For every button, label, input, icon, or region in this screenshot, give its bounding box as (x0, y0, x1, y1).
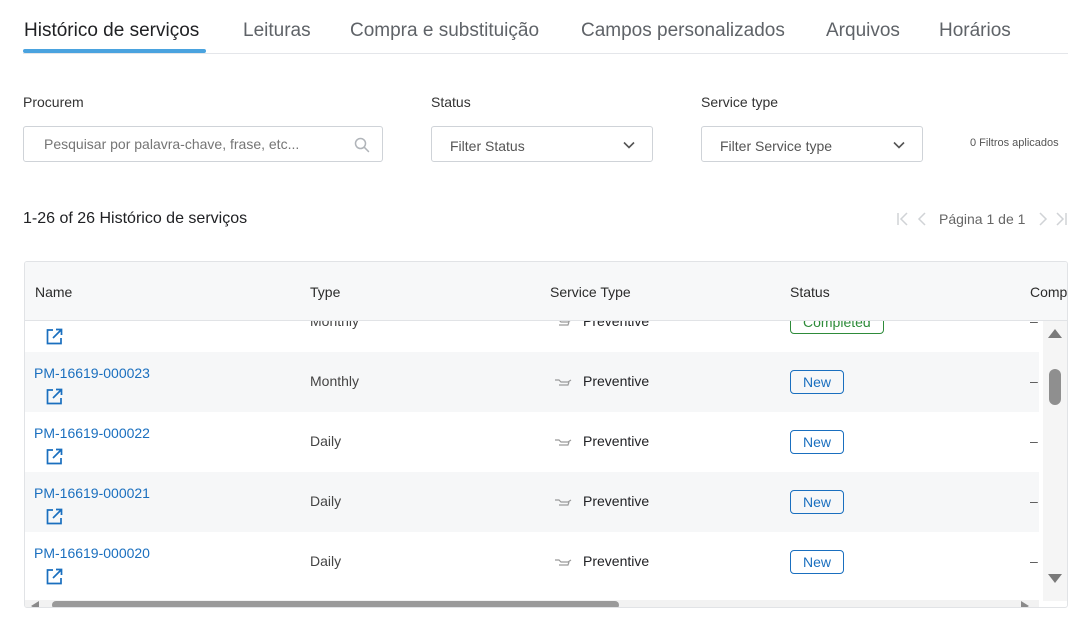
service-type-cell: Preventive (583, 433, 650, 449)
service-type-cell: Preventive (583, 493, 650, 509)
status-badge: New (790, 490, 845, 514)
scroll-left-arrow-icon[interactable] (31, 601, 39, 607)
status-badge: New (790, 370, 845, 394)
first-page-icon[interactable] (896, 211, 910, 227)
external-link-icon[interactable] (44, 327, 64, 347)
column-header-type[interactable]: Type (310, 284, 340, 300)
tab-historico-de-servicos[interactable]: Histórico de serviços (24, 20, 199, 42)
horizontal-scrollbar[interactable] (25, 600, 1039, 607)
service-name-link[interactable]: PM-16619-000021 (34, 485, 150, 501)
comp-cell: – (1030, 321, 1038, 329)
filters-applied-count: 0 Filtros aplicados (970, 137, 1059, 149)
table-row[interactable]: PM-16619-000022 Daily Preventive New – (25, 412, 1039, 472)
status-badge: New (790, 550, 845, 574)
service-type-cell: Preventive (583, 321, 650, 329)
tab-campos-personalizados[interactable]: Campos personalizados (581, 20, 785, 42)
status-badge: New (790, 430, 845, 454)
column-header-service-type[interactable]: Service Type (550, 284, 631, 300)
type-cell: Daily (310, 433, 342, 449)
status-badge: Completed (790, 321, 884, 334)
external-link-icon[interactable] (44, 567, 64, 587)
vertical-scrollbar[interactable] (1043, 321, 1067, 601)
service-name-link[interactable]: PM-16619-000023 (34, 365, 150, 381)
comp-cell: – (1030, 373, 1038, 389)
horizontal-scroll-thumb[interactable] (52, 601, 619, 607)
status-filter-select[interactable]: Filter Status (431, 126, 653, 162)
type-cell: Daily (310, 553, 342, 569)
tab-arquivos[interactable]: Arquivos (826, 20, 900, 42)
service-type-filter-select[interactable]: Filter Service type (701, 126, 923, 162)
type-cell: Monthly (310, 321, 360, 329)
results-count: 1-26 of 26 Histórico de serviços (23, 210, 248, 227)
table-row[interactable]: PM-16619-000023 Monthly Preventive New – (25, 352, 1039, 412)
comp-cell: – (1030, 553, 1038, 569)
service-name-link[interactable]: PM-16619-000022 (34, 425, 150, 441)
table-row[interactable]: PM-16619-000021 Daily Preventive New – (25, 472, 1039, 532)
column-header-status[interactable]: Status (790, 284, 830, 300)
table-row[interactable]: PM-16619-000020 Daily Preventive New – (25, 532, 1039, 592)
chevron-down-icon (893, 141, 905, 149)
table-row[interactable]: Monthly Preventive Completed – (25, 321, 1039, 352)
scroll-up-arrow-icon[interactable] (1048, 329, 1062, 338)
service-name-link[interactable]: PM-16619-000020 (34, 545, 150, 561)
vertical-scroll-thumb[interactable] (1049, 369, 1061, 405)
previous-page-icon[interactable] (915, 211, 929, 227)
type-cell: Daily (310, 493, 342, 509)
table-header: Name Type Service Type Status Comp (25, 262, 1067, 321)
search-box (23, 126, 383, 162)
active-tab-indicator (23, 49, 206, 53)
scroll-down-arrow-icon[interactable] (1048, 574, 1062, 583)
search-label: Procurem (23, 94, 84, 110)
status-filter-label: Status (431, 94, 471, 110)
comp-cell: – (1030, 433, 1038, 449)
service-history-table: Name Type Service Type Status Comp Month… (24, 261, 1068, 608)
service-type-filter-label: Service type (701, 94, 779, 110)
search-input[interactable] (44, 127, 344, 161)
service-type-cell: Preventive (583, 553, 650, 569)
chevron-down-icon (623, 141, 635, 149)
column-header-name[interactable]: Name (35, 284, 72, 300)
page-indicator: Página 1 de 1 (939, 211, 1026, 227)
search-icon[interactable] (354, 137, 370, 153)
service-type-filter-placeholder: Filter Service type (720, 138, 833, 154)
comp-cell: – (1030, 493, 1038, 509)
oil-can-icon (555, 379, 572, 386)
next-page-icon[interactable] (1036, 211, 1050, 227)
column-header-comp[interactable]: Comp (1030, 284, 1067, 300)
external-link-icon[interactable] (44, 507, 64, 527)
oil-can-icon (559, 321, 571, 326)
scroll-right-arrow-icon[interactable] (1021, 601, 1029, 607)
external-link-icon[interactable] (44, 387, 64, 407)
tab-compra-e-substituicao[interactable]: Compra e substituição (350, 20, 539, 42)
type-cell: Monthly (310, 373, 360, 389)
tab-leituras[interactable]: Leituras (243, 20, 311, 42)
status-filter-placeholder: Filter Status (450, 138, 525, 154)
oil-can-icon (555, 559, 572, 566)
tab-bar: Histórico de serviços Leituras Compra e … (23, 0, 1068, 54)
oil-can-icon (555, 439, 572, 446)
table-body: Monthly Preventive Completed – PM-16619-… (25, 321, 1039, 601)
last-page-icon[interactable] (1054, 211, 1068, 227)
service-type-cell: Preventive (583, 373, 650, 389)
tab-horarios[interactable]: Horários (939, 20, 1011, 42)
external-link-icon[interactable] (44, 447, 64, 467)
oil-can-icon (555, 499, 572, 506)
